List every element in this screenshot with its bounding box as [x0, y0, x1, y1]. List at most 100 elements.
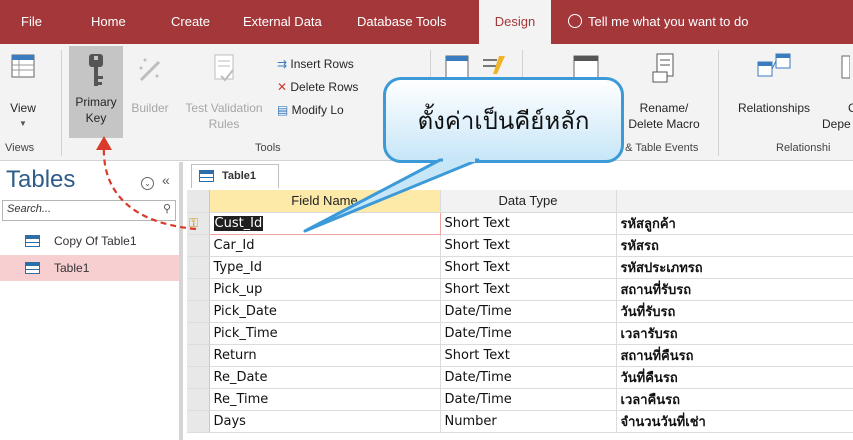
field-name-text: Pick_up	[213, 281, 263, 297]
tab-external-data[interactable]: External Data	[243, 0, 322, 44]
description-cell[interactable]: รหัสรถ	[616, 234, 853, 257]
field-name-cell[interactable]: Pick_Time	[209, 322, 441, 345]
nav-search-placeholder: Search...	[7, 203, 52, 215]
description-cell[interactable]: วันที่คืนรถ	[616, 366, 853, 389]
nav-menu-dropdown-icon[interactable]: ⌄	[141, 177, 154, 190]
table-row[interactable]: Pick_Date Date/Time วันที่รับรถ	[187, 300, 853, 323]
field-name-cell[interactable]: Car_Id	[209, 234, 441, 257]
tab-file[interactable]: File	[21, 0, 42, 44]
tab-create[interactable]: Create	[171, 0, 210, 44]
field-name-text: Re_Date	[213, 369, 268, 385]
field-name-cell[interactable]: Re_Time	[209, 388, 441, 411]
row-selector[interactable]: ⚿	[187, 212, 210, 235]
data-type-cell[interactable]: Short Text	[440, 278, 617, 301]
row-selector[interactable]	[187, 300, 210, 323]
field-name-text: Pick_Date	[213, 303, 277, 319]
table-row[interactable]: Type_Id Short Text รหัสประเภทรถ	[187, 256, 853, 279]
data-type-cell[interactable]: Date/Time	[440, 300, 617, 323]
tab-database-tools[interactable]: Database Tools	[357, 0, 446, 44]
dependencies-label-1: C	[848, 101, 853, 115]
test-validation-rules-button[interactable]: Test Validation Rules	[176, 52, 272, 132]
access-window: File Home Create External Data Database …	[0, 0, 853, 440]
design-grid-header: Field Name Data Type	[187, 190, 853, 213]
row-selector[interactable]	[187, 278, 210, 301]
description-cell[interactable]: จำนวนวันที่เช่า	[616, 410, 853, 433]
table-row[interactable]: ⚿ Cust_Id Short Text รหัสลูกค้า	[187, 211, 853, 235]
row-selector[interactable]	[187, 256, 210, 279]
field-name-cell[interactable]: Pick_up	[209, 278, 441, 301]
row-selector[interactable]	[187, 344, 210, 367]
data-type-cell[interactable]: Short Text	[440, 344, 617, 367]
column-header-field-name: Field Name	[209, 190, 441, 213]
delete-rows-button[interactable]: ✕ Delete Rows	[277, 77, 358, 97]
data-type-cell[interactable]: Short Text	[440, 256, 617, 279]
dependencies-label-2: Depe	[822, 117, 851, 131]
description-cell[interactable]: รหัสลูกค้า	[616, 212, 853, 235]
row-selector[interactable]	[187, 234, 210, 257]
field-name-cell[interactable]: Re_Date	[209, 366, 441, 389]
column-header-description	[616, 190, 853, 213]
datasheet-view-icon	[11, 54, 35, 78]
nav-item-table1[interactable]: Table1	[0, 255, 179, 281]
table-row[interactable]: Re_Date Date/Time วันที่คืนรถ	[187, 366, 853, 389]
relationships-button[interactable]: Relationships	[729, 52, 819, 116]
description-cell[interactable]: วันที่รับรถ	[616, 300, 853, 323]
nav-item-copy-of-table1[interactable]: Copy Of Table1	[0, 228, 179, 254]
tab-design[interactable]: Design	[479, 0, 551, 44]
relationships-label: Relationships	[737, 101, 811, 115]
data-type-cell[interactable]: Short Text	[440, 212, 617, 235]
collapse-pane-icon[interactable]: «	[162, 172, 170, 188]
field-name-cell[interactable]: Return	[209, 344, 441, 367]
table-row[interactable]: Days Number จำนวนวันที่เช่า	[187, 410, 853, 433]
view-button[interactable]: View ▼	[4, 52, 42, 132]
description-cell[interactable]: สถานที่รับรถ	[616, 278, 853, 301]
description-cell[interactable]: เวลาคืนรถ	[616, 388, 853, 411]
modify-lookups-label: Modify Lo	[291, 103, 344, 117]
field-name-cell[interactable]: Days	[209, 410, 441, 433]
field-name-text: Cust_Id	[213, 215, 264, 231]
rename-delete-label-1: Rename/	[639, 101, 689, 115]
row-selector[interactable]	[187, 322, 210, 345]
field-name-cell[interactable]: Type_Id	[209, 256, 441, 279]
object-dependencies-button[interactable]: C Depe	[820, 52, 853, 132]
magic-wand-icon	[139, 58, 161, 82]
description-cell[interactable]: สถานที่คืนรถ	[616, 344, 853, 367]
document-tab-table1[interactable]: Table1	[191, 164, 279, 188]
field-name-cell[interactable]: Pick_Date	[209, 300, 441, 323]
data-type-cell[interactable]: Date/Time	[440, 366, 617, 389]
data-type-cell[interactable]: Number	[440, 410, 617, 433]
rename-delete-macro-button[interactable]: Rename/ Delete Macro	[622, 52, 706, 132]
validation-check-icon	[214, 54, 234, 82]
table-row[interactable]: Re_Time Date/Time เวลาคืนรถ	[187, 388, 853, 411]
table-row[interactable]: Car_Id Short Text รหัสรถ	[187, 234, 853, 257]
table-row[interactable]: Pick_up Short Text สถานที่รับรถ	[187, 278, 853, 301]
row-selector[interactable]	[187, 410, 210, 433]
table-row[interactable]: Return Short Text สถานที่คืนรถ	[187, 344, 853, 367]
description-cell[interactable]: รหัสประเภทรถ	[616, 256, 853, 279]
builder-button[interactable]: Builder	[124, 52, 176, 116]
modify-lookups-button[interactable]: ▤ Modify Lo	[277, 100, 344, 120]
field-name-text: Type_Id	[213, 259, 262, 275]
tell-me-box[interactable]: Tell me what you want to do	[568, 0, 748, 44]
group-separator	[61, 50, 62, 156]
tab-home[interactable]: Home	[91, 0, 126, 44]
rename-macro-icon	[652, 53, 674, 83]
relationships-icon	[757, 53, 791, 77]
nav-item-label: Table1	[54, 261, 90, 275]
data-type-cell[interactable]: Short Text	[440, 234, 617, 257]
description-cell[interactable]: เวลารับรถ	[616, 322, 853, 345]
select-all-corner[interactable]	[187, 190, 210, 213]
nav-search-input[interactable]: Search... ⚲	[2, 200, 176, 221]
primary-key-button[interactable]: Primary Key	[69, 46, 123, 138]
insert-rows-button[interactable]: ⇉ Insert Rows	[277, 54, 354, 74]
builder-label: Builder	[131, 101, 169, 115]
field-name-cell[interactable]: Cust_Id	[208, 211, 441, 235]
test-validation-label-2: Rules	[208, 117, 240, 131]
table-row[interactable]: Pick_Time Date/Time เวลารับรถ	[187, 322, 853, 345]
data-type-cell[interactable]: Date/Time	[440, 388, 617, 411]
data-type-cell[interactable]: Date/Time	[440, 322, 617, 345]
group-label-relationships: Relationshi	[776, 142, 831, 154]
row-selector[interactable]	[187, 366, 210, 389]
chevron-down-icon: ▼	[19, 119, 27, 128]
row-selector[interactable]	[187, 388, 210, 411]
